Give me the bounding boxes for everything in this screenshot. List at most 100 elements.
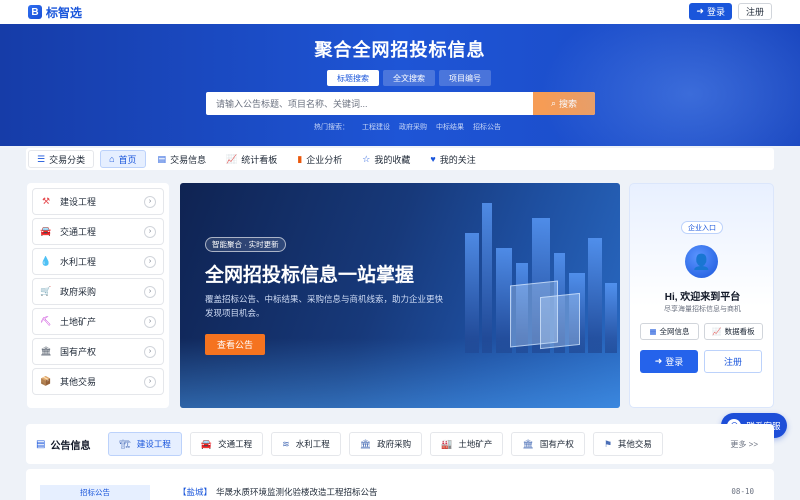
hot-search-term[interactable]: 工程建设 xyxy=(362,122,390,132)
more-link[interactable]: 更多 >> xyxy=(730,439,758,450)
side-tab-bid-notice[interactable]: 招标公告 xyxy=(40,485,150,500)
hot-searches: 热门搜索： 工程建设 政府采购 中标结果 招标公告 xyxy=(314,122,501,132)
nav-item-stats[interactable]: 📈 统计看板 xyxy=(218,150,285,168)
chevron-right-icon: › xyxy=(144,285,156,298)
chart-icon: 📈 xyxy=(226,153,238,164)
category-menu-label: 交易分类 xyxy=(49,154,86,165)
list-item-time: 08-10 xyxy=(731,487,754,496)
category-label: 其他交易 xyxy=(60,377,97,387)
list-item-title: 华晟水质环境监测化验楼改造工程招标公告 xyxy=(216,487,378,497)
ann-tab-traffic[interactable]: 🚘 交通工程 xyxy=(189,432,264,456)
banner-tag: 智能聚合 · 实时更新 xyxy=(205,237,286,252)
top-login-button[interactable]: ➜ 登录 xyxy=(689,3,732,20)
search-tab-title[interactable]: 标题搜索 xyxy=(327,70,379,86)
category-item-land-mineral[interactable]: ⛏ 土地矿产 › xyxy=(32,308,164,335)
list-icon: ▤ xyxy=(36,438,46,450)
search-tab-fulltext[interactable]: 全文搜索 xyxy=(383,70,435,86)
chevron-right-icon: › xyxy=(144,375,156,388)
nav-item-trade-info[interactable]: ▤ 交易信息 xyxy=(150,150,215,168)
pickaxe-icon: ⛏ xyxy=(40,316,52,326)
ann-tab-label: 建设工程 xyxy=(136,439,171,449)
user-avatar-icon: 👤 xyxy=(685,245,718,278)
nav-item-label: 交易信息 xyxy=(170,154,207,165)
announcement-list: 招标公告 【盐城】 华晟水质环境监测化验楼改造工程招标公告 08-10 xyxy=(26,469,774,500)
data-board-link[interactable]: 📈 数据看板 xyxy=(704,323,763,340)
nav-item-home[interactable]: ⌂ 首页 xyxy=(100,150,146,168)
all-info-link[interactable]: ▦ 全网信息 xyxy=(640,323,699,340)
cart-icon: 🛒 xyxy=(40,286,52,296)
menu-icon: ☰ xyxy=(37,153,46,164)
list-item[interactable]: 【盐城】 华晟水质环境监测化验楼改造工程招标公告 xyxy=(178,486,378,498)
chevron-right-icon: › xyxy=(144,345,156,358)
announcement-heading: ▤ 公告信息 xyxy=(36,437,90,452)
category-item-water[interactable]: 💧 水利工程 › xyxy=(32,248,164,275)
search-tabs: 标题搜索 全文搜索 项目编号 xyxy=(327,70,491,86)
view-announcements-button[interactable]: 查看公告 xyxy=(205,334,266,355)
nav-item-label: 统计看板 xyxy=(241,154,278,165)
data-board-label: 数据看板 xyxy=(724,327,755,336)
welcome-subtitle: 尽享海量招标信息与商机 xyxy=(664,306,741,313)
ann-tab-label: 国有产权 xyxy=(539,439,574,449)
search-button[interactable]: ⌕ 搜索 xyxy=(533,92,595,115)
search-input[interactable] xyxy=(206,92,533,115)
hot-search-term[interactable]: 招标公告 xyxy=(473,122,501,132)
hero-banner: 智能聚合 · 实时更新 全网招投标信息一站掌握 覆盖招标公告、中标结果、采购信息… xyxy=(180,183,620,408)
construction-icon: ⚒ xyxy=(41,196,51,206)
banner-cityscape xyxy=(588,238,602,353)
search-icon: ⌕ xyxy=(550,98,557,108)
search-box: ⌕ 搜索 xyxy=(206,92,595,115)
chevron-right-icon: › xyxy=(144,315,156,328)
category-item-state-property[interactable]: 🏛 国有产权 › xyxy=(32,338,164,365)
card-auth-buttons: ➜ 登录 注册 xyxy=(640,350,762,373)
nav-item-company-analysis[interactable]: ▮ 企业分析 xyxy=(289,150,350,168)
ann-tab-construction[interactable]: 🏗 建设工程 xyxy=(108,432,182,456)
nav-item-favorites[interactable]: ☆ 我的收藏 xyxy=(354,150,418,168)
banner-cityscape xyxy=(482,203,492,353)
card-login-button[interactable]: ➜ 登录 xyxy=(640,350,698,373)
ann-tab-procurement[interactable]: 🏛 政府采购 xyxy=(348,432,423,456)
hot-search-label: 热门搜索： xyxy=(314,124,349,131)
ann-tab-water[interactable]: ≋ 水利工程 xyxy=(271,432,341,456)
doc-icon: ▤ xyxy=(157,153,167,164)
water-drop-icon: 💧 xyxy=(40,256,52,266)
hot-search-term[interactable]: 中标结果 xyxy=(436,122,464,132)
category-menu-button[interactable]: ☰ 交易分类 xyxy=(28,150,95,168)
category-item-other[interactable]: 📦 其他交易 › xyxy=(32,368,164,395)
card-quick-links: ▦ 全网信息 📈 数据看板 xyxy=(640,323,763,340)
ann-tab-land-mineral[interactable]: 🏭 土地矿产 xyxy=(430,432,504,456)
enterprise-entry-badge: 企业入口 xyxy=(681,221,723,234)
login-icon: ➜ xyxy=(696,6,704,16)
bank-icon: 🏛 xyxy=(522,438,534,449)
database-icon: ▦ xyxy=(649,327,657,336)
search-tab-project-number[interactable]: 项目编号 xyxy=(439,70,491,86)
ann-tab-other[interactable]: ⚑ 其他交易 xyxy=(592,432,663,456)
nav-item-label: 我的关注 xyxy=(439,154,476,165)
app-name: 标智选 xyxy=(46,5,83,20)
category-item-procurement[interactable]: 🛒 政府采购 › xyxy=(32,278,164,305)
heart-icon: ♥ xyxy=(430,154,436,164)
ann-tab-label: 交通工程 xyxy=(218,439,253,449)
nav-item-following[interactable]: ♥ 我的关注 xyxy=(422,150,483,168)
login-card: 企业入口 👤 Hi, 欢迎来到平台 尽享海量招标信息与商机 ▦ 全网信息 📈 数… xyxy=(629,183,774,408)
banner-cityscape xyxy=(465,233,479,353)
bank-icon: 🏛 xyxy=(359,438,372,449)
ann-tab-state-property[interactable]: 🏛 国有产权 xyxy=(511,432,585,456)
category-item-traffic[interactable]: 🚘 交通工程 › xyxy=(32,218,164,245)
hero-title: 聚合全网招投标信息 xyxy=(314,40,486,60)
chevron-right-icon: › xyxy=(144,225,156,238)
card-register-button[interactable]: 注册 xyxy=(704,350,762,373)
welcome-title: Hi, 欢迎来到平台 xyxy=(664,292,741,303)
hot-search-term[interactable]: 政府采购 xyxy=(399,122,427,132)
logo[interactable]: B 标智选 xyxy=(28,4,82,21)
logo-mark-icon: B xyxy=(28,5,42,19)
water-icon: ≋ xyxy=(282,438,290,449)
chart-icon: 📈 xyxy=(712,327,722,336)
ann-tab-label: 水利工程 xyxy=(295,439,330,449)
top-register-button[interactable]: 注册 xyxy=(737,3,772,20)
box-icon: 📦 xyxy=(40,376,52,386)
bank-icon: 🏛 xyxy=(40,346,52,356)
category-item-construction[interactable]: ⚒ 建设工程 › xyxy=(32,188,164,215)
ann-tab-label: 土地矿产 xyxy=(458,439,493,449)
car-icon: 🚘 xyxy=(200,438,213,449)
star-icon: ☆ xyxy=(362,153,371,164)
